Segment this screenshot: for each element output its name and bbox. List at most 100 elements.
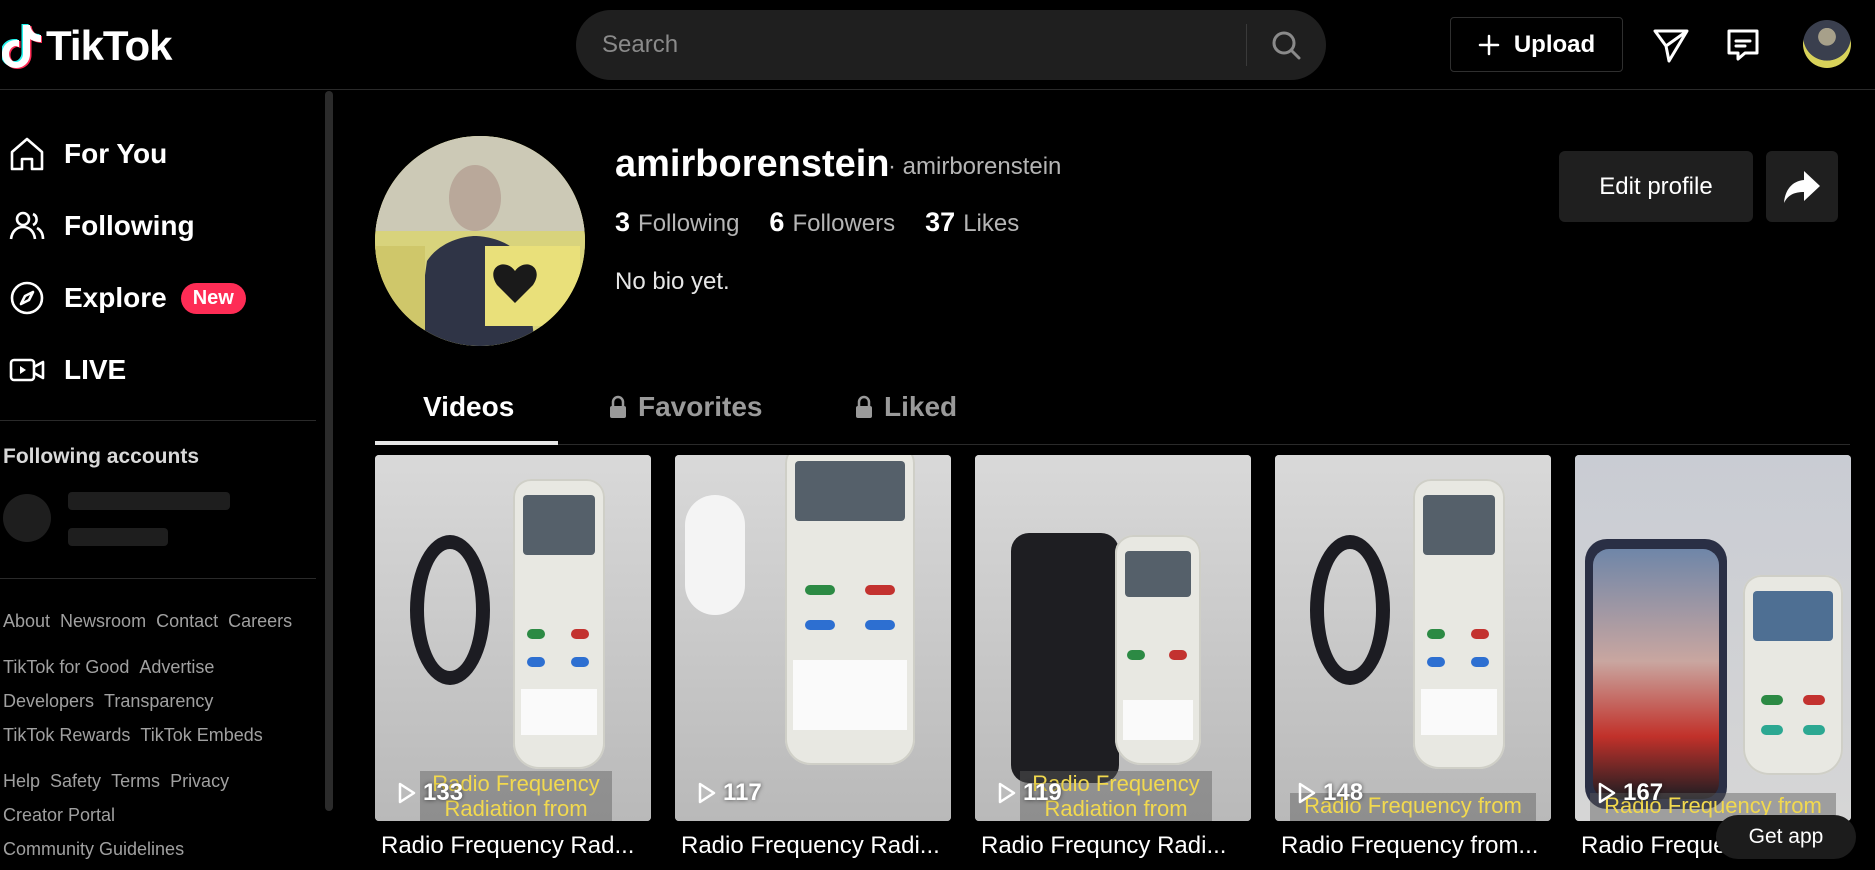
nav-label: Explore	[64, 282, 167, 313]
search-icon	[1272, 31, 1301, 60]
footer-link-tiktok-for-good[interactable]: TikTok for Good	[3, 657, 129, 678]
video-card[interactable]: Radio Frequency from 148	[1275, 455, 1551, 821]
play-icon	[1298, 782, 1316, 804]
footer-link-transparency[interactable]: Transparency	[104, 691, 213, 712]
profile-bio: No bio yet.	[615, 268, 730, 295]
profile-stats: 3 Following 6 Followers 37 Likes	[615, 207, 1019, 238]
skeleton-avatar	[3, 494, 51, 542]
lock-icon	[856, 395, 872, 418]
video-title[interactable]: Radio Frequency Rad...	[375, 832, 651, 860]
messages-button[interactable]	[1650, 24, 1692, 66]
footer-link-developers[interactable]: Developers	[3, 691, 94, 712]
logo-text: TikTok	[46, 22, 172, 69]
sidebar-divider	[0, 420, 316, 421]
inbox-button[interactable]	[1722, 24, 1764, 66]
footer-link-safety[interactable]: Safety	[50, 771, 101, 792]
emf-meter	[1743, 575, 1843, 775]
edit-profile-button[interactable]: Edit profile	[1559, 151, 1753, 222]
nav-label: Following	[64, 210, 195, 241]
user-avatar[interactable]	[1803, 20, 1851, 68]
nav-following[interactable]: Following	[8, 207, 195, 245]
share-profile-button[interactable]	[1766, 151, 1838, 222]
nav-for-you[interactable]: For You	[8, 135, 167, 173]
nav-explore[interactable]: Explore New	[8, 279, 246, 317]
video-card[interactable]: Radio Frequency Radiation from 119	[975, 455, 1251, 821]
view-count: 167	[1597, 779, 1663, 807]
sidebar-scrollbar[interactable]	[325, 91, 333, 811]
footer-link-tiktok-rewards[interactable]: TikTok Rewards	[3, 725, 130, 746]
profile-photo	[375, 136, 585, 346]
stat-followers[interactable]: 6 Followers	[769, 207, 895, 238]
footer-links-row: Community Guidelines	[3, 839, 184, 860]
new-badge: New	[180, 282, 246, 314]
footer-link-terms[interactable]: Terms	[111, 771, 160, 792]
home-icon	[10, 137, 44, 171]
footer-link-tiktok-embeds[interactable]: TikTok Embeds	[140, 725, 262, 746]
stat-likes: 37 Likes	[925, 207, 1019, 238]
video-title[interactable]: Radio Frequency from...	[1275, 832, 1551, 860]
skeleton-line	[68, 528, 168, 546]
footer-link-contact[interactable]: Contact	[156, 611, 218, 632]
smartwatch-band	[1310, 535, 1390, 685]
tab-videos[interactable]: Videos	[423, 391, 514, 423]
video-card[interactable]: 117	[675, 455, 951, 821]
get-app-button[interactable]: Get app	[1716, 815, 1856, 859]
profile-avatar[interactable]	[375, 136, 585, 346]
paper-plane-icon	[1653, 29, 1689, 63]
top-header: TikTok Upload	[0, 0, 1875, 90]
tiktok-logo[interactable]: TikTok	[2, 22, 172, 70]
nav-live[interactable]: LIVE	[8, 351, 126, 389]
tab-label: Favorites	[638, 391, 763, 422]
footer-links-row: Developers Transparency	[3, 691, 213, 712]
tab-label: Liked	[884, 391, 958, 422]
video-title[interactable]: Radio Frequncy Radi...	[975, 832, 1251, 860]
search-input[interactable]	[576, 10, 1246, 80]
view-count-number: 119	[1023, 779, 1062, 806]
video-title[interactable]: Radio Frequency Radi...	[675, 832, 951, 860]
profile-tabs: Videos Favorites Liked	[375, 385, 1850, 445]
search-button[interactable]	[1247, 10, 1325, 80]
view-count: 119	[997, 779, 1062, 807]
compass-icon	[10, 281, 44, 315]
sidebar-divider	[0, 578, 316, 579]
active-tab-indicator	[375, 441, 558, 445]
footer-link-community-guidelines[interactable]: Community Guidelines	[3, 839, 184, 860]
upload-button[interactable]: Upload	[1450, 17, 1623, 72]
footer-link-about[interactable]: About	[3, 611, 50, 632]
view-count: 133	[397, 779, 463, 807]
lock-icon	[610, 395, 626, 418]
profile-nickname: · amirborenstein	[888, 153, 1062, 180]
footer-link-careers[interactable]: Careers	[228, 611, 292, 632]
inbox-icon	[1727, 29, 1759, 61]
footer-link-privacy[interactable]: Privacy	[170, 771, 229, 792]
play-icon	[998, 782, 1016, 804]
footer-link-creator-portal[interactable]: Creator Portal	[3, 805, 115, 826]
footer-links-row: Creator Portal	[3, 805, 115, 826]
view-count-number: 133	[423, 779, 464, 806]
nav-label: LIVE	[64, 354, 127, 385]
view-count-number: 167	[1623, 779, 1664, 806]
stat-following[interactable]: 3 Following	[615, 207, 739, 238]
video-card[interactable]: Radio Frequency from 167	[1575, 455, 1851, 821]
footer-link-newsroom[interactable]: Newsroom	[60, 611, 146, 632]
video-card[interactable]: Radio Frequency Radiation from 133	[375, 455, 651, 821]
footer-links-row: TikTok for Good Advertise	[3, 657, 214, 678]
tab-favorites[interactable]: Favorites	[608, 391, 763, 423]
view-count: 117	[697, 779, 762, 807]
play-icon	[1598, 782, 1616, 804]
search-bar	[576, 10, 1326, 80]
stat-label: Followers	[792, 210, 896, 237]
share-arrow-icon	[1784, 170, 1820, 203]
emf-meter	[513, 479, 605, 769]
stat-label: Following	[638, 210, 740, 237]
skeleton-line	[68, 492, 230, 510]
smartphone	[1011, 533, 1119, 783]
tab-liked[interactable]: Liked	[854, 391, 957, 423]
view-count-number: 148	[1323, 779, 1364, 806]
play-icon	[398, 782, 416, 804]
stat-number: 6	[769, 207, 785, 237]
view-count: 148	[1297, 779, 1363, 807]
footer-link-help[interactable]: Help	[3, 771, 40, 792]
footer-link-advertise[interactable]: Advertise	[139, 657, 214, 678]
live-camera-icon	[9, 358, 45, 382]
